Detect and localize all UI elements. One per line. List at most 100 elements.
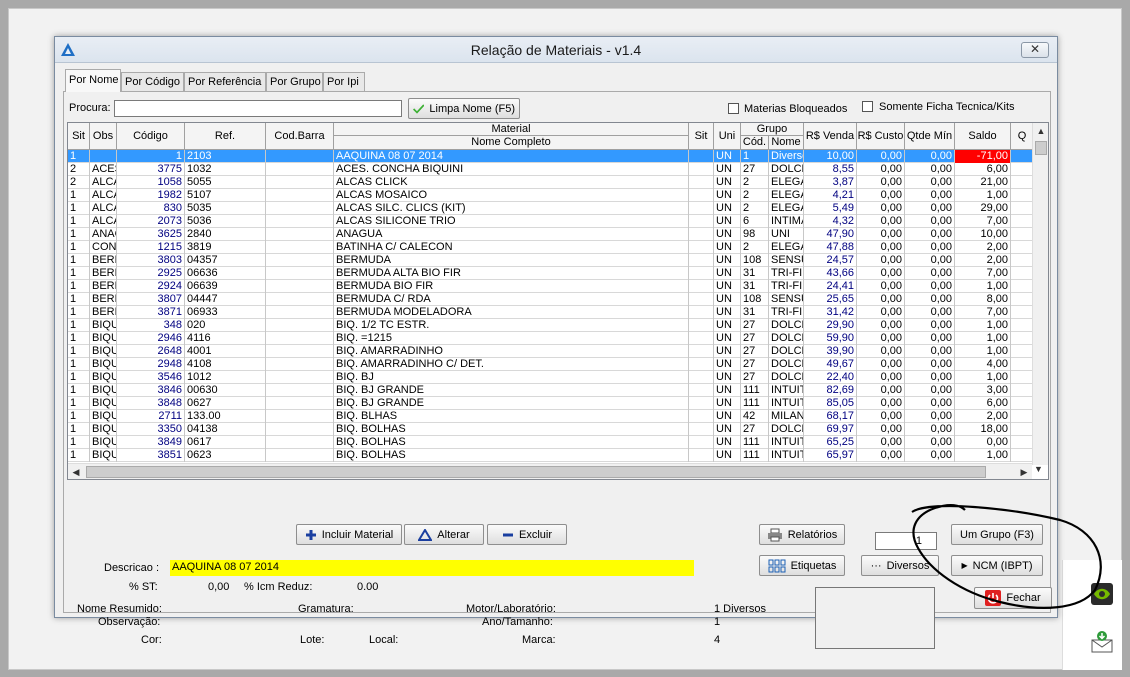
cell-sit2 — [689, 202, 714, 215]
table-row[interactable]: 1BIQUINI384600630 BIQ. BJ GRANDE UN111INTU… — [68, 384, 1034, 397]
blocked-materials-checkbox[interactable] — [728, 103, 739, 114]
table-row[interactable]: 1BIQUINI29484108 BIQ. AMARRADINHO C/ DET.… — [68, 358, 1034, 371]
add-material-button[interactable]: Incluir Material — [296, 524, 402, 545]
table-row[interactable]: 1BIQUINI38510623 BIQ. BOLHAS UN111INTUITIV… — [68, 449, 1034, 462]
tab-por-referencia[interactable]: Por Referência — [184, 72, 266, 91]
table-row[interactable]: 1BERMUDA292406639 BERMUDA BIO FIR UN31TRI-… — [68, 280, 1034, 293]
table-row[interactable]: 1BERMUDA380704447 BERMUDA C/ RDA UN108SENS… — [68, 293, 1034, 306]
tab-por-ipi[interactable]: Por Ipi — [323, 72, 365, 91]
delete-button[interactable]: Excluir — [487, 524, 567, 545]
cell-gnome: TRI-FIL — [771, 267, 804, 280]
scroll-right-icon[interactable]: ▶ — [1016, 464, 1032, 479]
reports-button[interactable]: Relatórios — [759, 524, 845, 545]
edit-label: Alterar — [437, 528, 470, 541]
cell-venda: 3,87 — [804, 176, 857, 189]
col-uni[interactable]: Uni — [714, 123, 741, 150]
nvidia-tray-icon[interactable] — [1090, 582, 1114, 606]
col-grupo[interactable]: Grupo — [741, 123, 804, 136]
table-row[interactable]: 1BIQUINI35461012BIQ. BJUN27DOLCE22,400,0… — [68, 371, 1034, 384]
vertical-scrollbar[interactable]: ▲ — [1032, 123, 1048, 465]
col-venda[interactable]: R$ Venda — [804, 123, 857, 150]
col-qtde-min[interactable]: Qtde Mín — [905, 123, 955, 150]
scroll-down-icon[interactable]: ▼ — [1034, 464, 1043, 474]
cell-qmin: 0,00 — [905, 280, 955, 293]
table-row[interactable]: 1BIQUINI29464116 BIQ. =1215 UN27DOLCE59,90… — [68, 332, 1034, 345]
cell-material: BIQ. BJ GRANDE — [334, 384, 689, 397]
col-codigo[interactable]: Código — [117, 123, 185, 150]
horizontal-scroll-thumb[interactable] — [86, 466, 986, 478]
col-grupo-nome[interactable]: Nome — [769, 136, 804, 150]
table-row[interactable]: 1BIQUINI38490617 BIQ. BOLHAS UN111INTUITIV… — [68, 436, 1034, 449]
table-row[interactable]: 1BIQUINI38480627 BIQ. BJ GRANDE UN111INTUI… — [68, 397, 1034, 410]
cell-custo: 0,00 — [857, 358, 905, 371]
col-material[interactable]: Material — [334, 123, 689, 136]
col-nome-completo[interactable]: Nome Completo — [334, 136, 689, 150]
cell-gcod: 27 — [741, 345, 769, 358]
table-row[interactable]: 1BIQUINI335004138 BIQ. BOLHAS UN27DOLCE69,… — [68, 423, 1034, 436]
only-kits-checkbox[interactable] — [862, 101, 873, 112]
col-grupo-cod[interactable]: Cód. — [741, 136, 769, 150]
table-row[interactable]: 1ALCAS19825107 ALCAS MOSAICO UN2ELEGANCE4,… — [68, 189, 1034, 202]
one-group-button[interactable]: Um Grupo (F3) — [951, 524, 1043, 545]
table-row[interactable]: 1BIQUINI26484001 BIQ. AMARRADINHO UN27DOLC… — [68, 345, 1034, 358]
table-row[interactable]: 1ALCAS20735036 ALCAS SILICONE TRIO UN6INTI… — [68, 215, 1034, 228]
cell-saldo: 2,00 — [955, 241, 1011, 254]
close-button[interactable]: Fechar — [974, 587, 1052, 609]
cell-barra — [266, 319, 334, 332]
col-sit[interactable]: Sit — [68, 123, 90, 150]
table-row[interactable]: 1BERMUDA387106933 BERMUDA MODELADORA UN31T… — [68, 306, 1034, 319]
clear-name-button[interactable]: Limpa Nome (F5) — [408, 98, 520, 119]
table-row[interactable]: 1BIQUINI348020 BIQ. 1/2 TC ESTR. UN27DOLCE… — [68, 319, 1034, 332]
table-row[interactable]: 1ALCAS8305035 ALCAS SILC. CLICS (KIT) UN2E… — [68, 202, 1034, 215]
ncm-button[interactable]: ▶ NCM (IBPT) — [951, 555, 1043, 576]
cell-custo: 0,00 — [857, 345, 905, 358]
scroll-up-icon[interactable]: ▲ — [1033, 123, 1048, 139]
table-row[interactable]: 1CONJUNTO12153819 BATINHA C/ CALECON UN2EL… — [68, 241, 1034, 254]
search-input[interactable] — [114, 100, 402, 117]
cell-ref: 3819 — [185, 241, 266, 254]
col-q[interactable]: Q — [1011, 123, 1034, 150]
col-ref[interactable]: Ref. — [185, 123, 266, 150]
col-custo[interactable]: R$ Custo — [857, 123, 905, 150]
cell-codigo: 1982 — [117, 189, 185, 202]
mail-download-icon[interactable] — [1090, 630, 1114, 654]
table-row[interactable]: 1BIQUINI2711133.00 BIQ. BLHAS UN42MILANO68… — [68, 410, 1034, 423]
table-row[interactable]: 2ALCAS10585055ALCAS CLICKUN2ELEGANCE3,87… — [68, 176, 1034, 189]
table-row[interactable]: 1BERMUDA292506636 BERMUDA ALTA BIO FIR UN3… — [68, 267, 1034, 280]
checkmark-icon — [413, 103, 425, 114]
cell-barra — [266, 163, 334, 176]
cell-gnome: DOLCE — [769, 371, 804, 384]
tab-por-codigo[interactable]: Por Código — [121, 72, 184, 91]
quantity-stepper[interactable]: 1 — [875, 532, 937, 550]
minus-icon — [502, 533, 513, 536]
table-row[interactable]: 112103AAQUINA 08 07 2014UN1Diversos10,00… — [68, 150, 1034, 163]
window-title: Relação de Materiais - v1.4 — [470, 42, 642, 58]
scroll-left-icon[interactable]: ◀ — [68, 464, 84, 479]
cell-custo: 0,00 — [857, 293, 905, 306]
labels-button[interactable]: Etiquetas — [759, 555, 845, 576]
cell-sit2 — [689, 176, 714, 189]
cell-obs: ANAGUA — [90, 228, 117, 241]
tab-por-grupo[interactable]: Por Grupo — [266, 72, 323, 91]
cell-barra — [266, 241, 334, 254]
col-cod-barra[interactable]: Cod.Barra — [266, 123, 334, 150]
cell-barra — [266, 267, 334, 280]
table-row[interactable]: 2ACESSÓRIOS37751032 ACES. CONCHA BIQUINI U… — [68, 163, 1034, 176]
horizontal-scrollbar[interactable]: ◀ ▶ — [68, 463, 1032, 479]
cell-barra — [266, 436, 334, 449]
description-field: AAQUINA 08 07 2014 — [170, 560, 694, 576]
tab-por-nome[interactable]: Por Nome — [65, 69, 121, 92]
misc-button[interactable]: ··· Diversos — [861, 555, 939, 576]
table-row[interactable]: 1ANAGUA36252840ANAGUAUN98UNI47,900,000,0… — [68, 228, 1034, 241]
cell-custo: 0,00 — [857, 228, 905, 241]
vertical-scroll-thumb[interactable] — [1035, 141, 1047, 155]
edit-button[interactable]: Alterar — [404, 524, 484, 545]
col-saldo[interactable]: Saldo — [955, 123, 1011, 150]
col-obs[interactable]: Obs — [90, 123, 117, 150]
cell-sit2 — [689, 319, 714, 332]
cell-saldo: 1,00 — [955, 371, 1011, 384]
col-sit-2[interactable]: Sit — [689, 123, 714, 150]
cell-codigo: 3775 — [117, 163, 185, 176]
table-row[interactable]: 1BERMUDA380304357BERMUDAUN108SENSUAL24,5… — [68, 254, 1034, 267]
close-window-button[interactable]: ✕ — [1021, 42, 1049, 58]
